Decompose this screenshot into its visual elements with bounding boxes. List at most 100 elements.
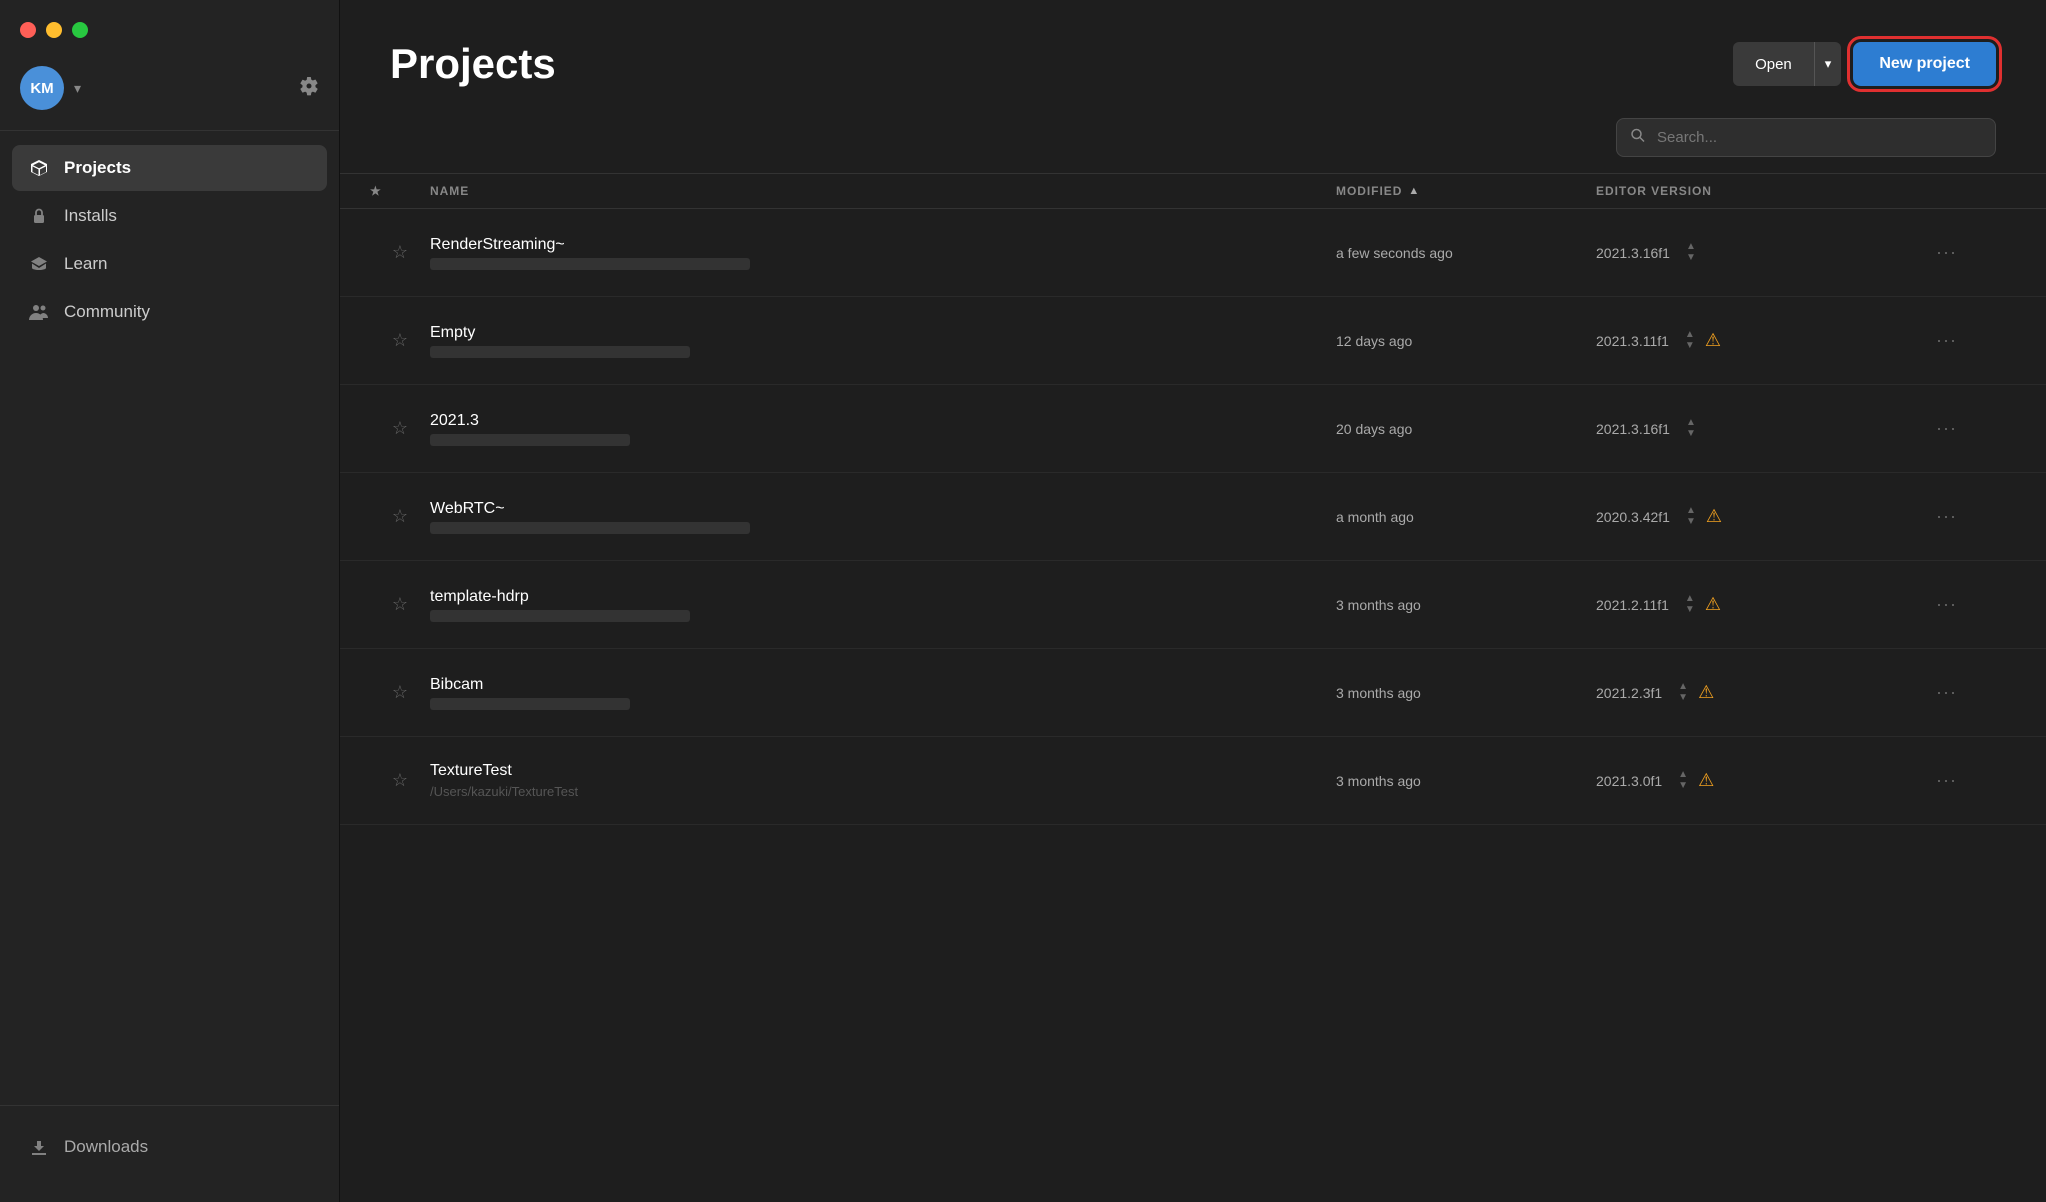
maximize-button[interactable] <box>72 22 88 38</box>
star-icon[interactable]: ☆ <box>392 330 408 351</box>
star-icon[interactable]: ☆ <box>392 594 408 615</box>
table-row[interactable]: ☆ Bibcam 3 months ago 2021.2.3f1 ▲ ▼ ⚠ ·… <box>340 649 2046 737</box>
arrow-down-icon: ▼ <box>1685 341 1695 351</box>
table-row[interactable]: ☆ 2021.3 20 days ago 2021.3.16f1 ▲ ▼ ··· <box>340 385 2046 473</box>
table-row[interactable]: ☆ RenderStreaming~ a few seconds ago 202… <box>340 209 2046 297</box>
lock-icon <box>28 205 50 227</box>
project-name: Empty <box>430 324 1336 342</box>
version-arrows[interactable]: ▲ ▼ <box>1686 506 1696 527</box>
version-cell: 2021.2.11f1 ▲ ▼ ⚠ <box>1596 594 1876 615</box>
open-dropdown-button[interactable]: ▾ <box>1814 42 1842 86</box>
sidebar-item-installs[interactable]: Installs <box>12 193 327 239</box>
table-row[interactable]: ☆ WebRTC~ a month ago 2020.3.42f1 ▲ ▼ ⚠ … <box>340 473 2046 561</box>
more-cell: ··· <box>1936 242 1996 263</box>
sidebar-downloads-label: Downloads <box>64 1137 148 1157</box>
arrow-down-icon: ▼ <box>1686 253 1696 263</box>
more-cell: ··· <box>1936 418 1996 439</box>
version-arrows[interactable]: ▲ ▼ <box>1686 418 1696 439</box>
people-icon <box>28 301 50 323</box>
search-input[interactable] <box>1616 118 1996 157</box>
warning-icon: ⚠ <box>1698 682 1714 703</box>
project-name-cell: Bibcam <box>430 660 1336 726</box>
titlebar-buttons <box>0 0 339 56</box>
graduation-icon <box>28 253 50 275</box>
project-name: RenderStreaming~ <box>430 236 1336 254</box>
th-version[interactable]: EDITOR VERSION <box>1596 184 1876 198</box>
project-path <box>430 346 690 358</box>
arrow-up-icon: ▲ <box>1686 506 1696 516</box>
project-name: 2021.3 <box>430 412 1336 430</box>
settings-button[interactable] <box>299 76 319 101</box>
star-cell: ☆ <box>370 594 430 615</box>
sidebar-item-downloads[interactable]: Downloads <box>12 1122 327 1172</box>
header-actions: Open ▾ New project <box>1733 42 1996 86</box>
arrow-up-icon: ▲ <box>1685 594 1695 604</box>
more-button[interactable]: ··· <box>1936 594 1957 615</box>
more-button[interactable]: ··· <box>1936 770 1957 791</box>
more-button[interactable]: ··· <box>1936 242 1957 263</box>
open-dropdown-arrow: ▾ <box>1825 56 1832 72</box>
close-button[interactable] <box>20 22 36 38</box>
modified-cell: 3 months ago <box>1336 773 1596 789</box>
open-button[interactable]: Open <box>1733 42 1814 86</box>
star-cell: ☆ <box>370 770 430 791</box>
sidebar-installs-label: Installs <box>64 206 117 226</box>
arrow-down-icon: ▼ <box>1678 693 1688 703</box>
th-modified[interactable]: MODIFIED ▲ <box>1336 184 1596 198</box>
avatar[interactable]: KM <box>20 66 64 110</box>
version-cell: 2021.3.0f1 ▲ ▼ ⚠ <box>1596 770 1876 791</box>
user-chevron-icon[interactable]: ▾ <box>74 80 81 97</box>
version-text: 2021.3.11f1 <box>1596 333 1669 349</box>
sidebar-item-learn[interactable]: Learn <box>12 241 327 287</box>
project-path: /Users/kazuki/TextureTest <box>430 784 750 799</box>
sidebar-item-projects[interactable]: Projects <box>12 145 327 191</box>
version-cell: 2021.2.3f1 ▲ ▼ ⚠ <box>1596 682 1876 703</box>
star-icon[interactable]: ☆ <box>392 506 408 527</box>
minimize-button[interactable] <box>46 22 62 38</box>
star-icon[interactable]: ☆ <box>392 682 408 703</box>
sidebar-item-community[interactable]: Community <box>12 289 327 335</box>
page-title: Projects <box>390 40 556 88</box>
star-icon[interactable]: ☆ <box>392 770 408 791</box>
table-row[interactable]: ☆ template-hdrp 3 months ago 2021.2.11f1… <box>340 561 2046 649</box>
sidebar-divider <box>0 130 339 131</box>
more-button[interactable]: ··· <box>1936 418 1957 439</box>
project-name: WebRTC~ <box>430 500 1336 518</box>
arrow-down-icon: ▼ <box>1678 781 1688 791</box>
version-text: 2021.3.0f1 <box>1596 773 1662 789</box>
arrow-down-icon: ▼ <box>1685 605 1695 615</box>
arrow-up-icon: ▲ <box>1686 242 1696 252</box>
more-cell: ··· <box>1936 770 1996 791</box>
version-arrows[interactable]: ▲ ▼ <box>1685 594 1695 615</box>
project-name-cell: TextureTest /Users/kazuki/TextureTest <box>430 746 1336 815</box>
version-text: 2020.3.42f1 <box>1596 509 1670 525</box>
star-icon[interactable]: ☆ <box>392 242 408 263</box>
modified-cell: 3 months ago <box>1336 597 1596 613</box>
version-arrows[interactable]: ▲ ▼ <box>1678 770 1688 791</box>
more-button[interactable]: ··· <box>1936 330 1957 351</box>
table-row[interactable]: ☆ TextureTest /Users/kazuki/TextureTest … <box>340 737 2046 825</box>
modified-cell: 3 months ago <box>1336 685 1596 701</box>
version-arrows[interactable]: ▲ ▼ <box>1685 330 1695 351</box>
more-button[interactable]: ··· <box>1936 506 1957 527</box>
project-path <box>430 610 690 622</box>
user-row: KM ▾ <box>0 56 339 130</box>
arrow-up-icon: ▲ <box>1678 770 1688 780</box>
warning-icon: ⚠ <box>1705 330 1721 351</box>
star-icon[interactable]: ☆ <box>392 418 408 439</box>
th-name[interactable]: NAME <box>430 184 1336 198</box>
arrow-up-icon: ▲ <box>1686 418 1696 428</box>
th-actions2 <box>1936 184 1996 198</box>
arrow-down-icon: ▼ <box>1686 429 1696 439</box>
new-project-button[interactable]: New project <box>1853 42 1996 86</box>
project-name: template-hdrp <box>430 588 1336 606</box>
more-button[interactable]: ··· <box>1936 682 1957 703</box>
version-cell: 2021.3.16f1 ▲ ▼ <box>1596 242 1876 263</box>
version-arrows[interactable]: ▲ ▼ <box>1686 242 1696 263</box>
table-row[interactable]: ☆ Empty 12 days ago 2021.3.11f1 ▲ ▼ ⚠ ··… <box>340 297 2046 385</box>
version-text: 2021.2.11f1 <box>1596 597 1669 613</box>
sidebar-bottom: Downloads <box>0 1105 339 1202</box>
warning-icon: ⚠ <box>1705 594 1721 615</box>
project-name-cell: template-hdrp <box>430 572 1336 638</box>
version-arrows[interactable]: ▲ ▼ <box>1678 682 1688 703</box>
